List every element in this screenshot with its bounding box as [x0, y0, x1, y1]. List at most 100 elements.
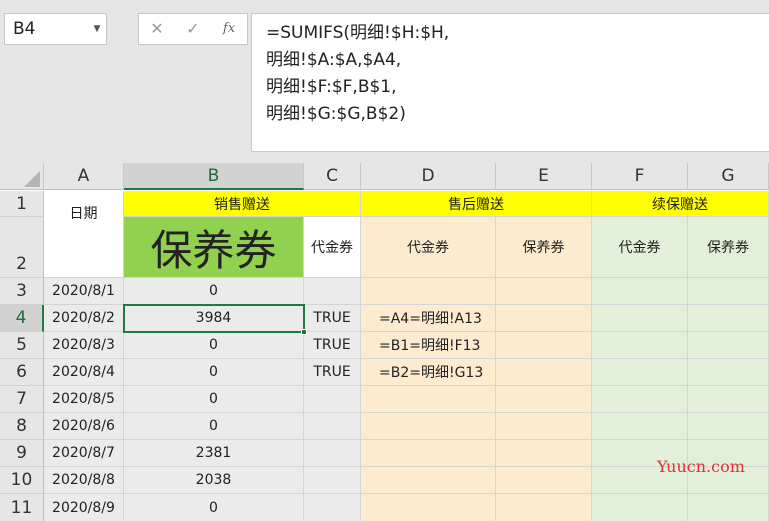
row-header-10[interactable]: 10 [0, 467, 44, 494]
watermark-text: Yuucn.com [657, 457, 745, 476]
row-header-1[interactable]: 1 [0, 191, 44, 217]
cell-d11[interactable] [361, 494, 496, 522]
row-header-11[interactable]: 11 [0, 494, 44, 522]
confirm-icon[interactable]: ✓ [179, 14, 207, 44]
cell-a10[interactable]: 2020/8/8 [44, 467, 124, 494]
insert-function-icon[interactable]: fx [215, 14, 243, 44]
cell-b6[interactable]: 0 [124, 359, 304, 386]
cell-b5[interactable]: 0 [124, 332, 304, 359]
formula-input[interactable]: =SUMIFS(明细!$H:$H, 明细!$A:$A,$A4, 明细!$F:$F… [251, 13, 769, 152]
cell-d7[interactable] [361, 386, 496, 413]
cell-e11[interactable] [496, 494, 592, 522]
cell-e7[interactable] [496, 386, 592, 413]
cell-c10[interactable] [304, 467, 361, 494]
cell-a6[interactable]: 2020/8/4 [44, 359, 124, 386]
column-header-f[interactable]: F [592, 163, 688, 190]
row-header-5[interactable]: 5 [0, 332, 44, 359]
select-all-corner[interactable] [0, 163, 44, 190]
cell-e4[interactable] [496, 305, 592, 332]
cell-a8[interactable]: 2020/8/6 [44, 413, 124, 440]
cell-g4[interactable] [688, 305, 769, 332]
cancel-icon[interactable]: ✕ [143, 14, 171, 44]
cell-b3[interactable]: 0 [124, 278, 304, 305]
cell-c3[interactable] [304, 278, 361, 305]
cell-d5[interactable]: =B1=明细!F13 [361, 332, 496, 359]
cell-g8[interactable] [688, 413, 769, 440]
fill-handle[interactable] [301, 329, 307, 335]
cell-c11[interactable] [304, 494, 361, 522]
cell-b9[interactable]: 2381 [124, 440, 304, 467]
cell-f2-cash-voucher[interactable]: 代金券 [592, 217, 688, 278]
column-header-d[interactable]: D [361, 163, 496, 190]
row-header-3[interactable]: 3 [0, 278, 44, 305]
cell-f7[interactable] [592, 386, 688, 413]
cell-c8[interactable] [304, 413, 361, 440]
cell-a3[interactable]: 2020/8/1 [44, 278, 124, 305]
row-header-9[interactable]: 9 [0, 440, 44, 467]
cell-f4[interactable] [592, 305, 688, 332]
column-header-c[interactable]: C [304, 163, 361, 190]
cell-a4[interactable]: 2020/8/2 [44, 305, 124, 332]
cell-b10[interactable]: 2038 [124, 467, 304, 494]
row-header-8[interactable]: 8 [0, 413, 44, 440]
cell-g6[interactable] [688, 359, 769, 386]
cell-c2-cash-voucher[interactable]: 代金券 [304, 217, 361, 278]
cell-a11[interactable]: 2020/8/9 [44, 494, 124, 522]
cell-d3[interactable] [361, 278, 496, 305]
column-header-e[interactable]: E [496, 163, 592, 190]
cell-g3[interactable] [688, 278, 769, 305]
cell-a5[interactable]: 2020/8/3 [44, 332, 124, 359]
active-cell-selection [123, 304, 305, 333]
formula-line: 明细!$F:$F,B$1, [266, 77, 397, 97]
cell-e5[interactable] [496, 332, 592, 359]
cell-d2-cash-voucher[interactable]: 代金券 [361, 217, 496, 278]
cell-a7[interactable]: 2020/8/5 [44, 386, 124, 413]
cell-g7[interactable] [688, 386, 769, 413]
cell-c4[interactable]: TRUE [304, 305, 361, 332]
cell-f5[interactable] [592, 332, 688, 359]
cell-g5[interactable] [688, 332, 769, 359]
cell-g11[interactable] [688, 494, 769, 522]
row-header-2[interactable]: 2 [0, 217, 44, 278]
cell-g2-maintenance-voucher[interactable]: 保养券 [688, 217, 769, 278]
cell-d6[interactable]: =B2=明细!G13 [361, 359, 496, 386]
column-header-a[interactable]: A [44, 163, 124, 190]
cell-e6[interactable] [496, 359, 592, 386]
cell-c9[interactable] [304, 440, 361, 467]
cell-e3[interactable] [496, 278, 592, 305]
row-header-6[interactable]: 6 [0, 359, 44, 386]
cell-a1-date-header[interactable]: 日期 [44, 191, 124, 278]
cell-e10[interactable] [496, 467, 592, 494]
cell-f6[interactable] [592, 359, 688, 386]
cell-b11[interactable]: 0 [124, 494, 304, 522]
cell-f3[interactable] [592, 278, 688, 305]
cell-b7[interactable]: 0 [124, 386, 304, 413]
cell-d8[interactable] [361, 413, 496, 440]
row-header-7[interactable]: 7 [0, 386, 44, 413]
cell-b8[interactable]: 0 [124, 413, 304, 440]
formula-line: 明细!$A:$A,$A4, [266, 50, 402, 70]
cell-d1-after-sales-gift[interactable]: 售后赠送 [361, 191, 592, 217]
cell-e2-maintenance-voucher[interactable]: 保养券 [496, 217, 592, 278]
cell-b1-sales-gift[interactable]: 销售赠送 [124, 191, 361, 217]
cell-d9[interactable] [361, 440, 496, 467]
cell-d4[interactable]: =A4=明细!A13 [361, 305, 496, 332]
cell-f1-renewal-gift[interactable]: 续保赠送 [592, 191, 769, 217]
column-header-b[interactable]: B [124, 163, 304, 190]
column-header-g[interactable]: G [688, 163, 769, 190]
cell-f11[interactable] [592, 494, 688, 522]
row-header-4[interactable]: 4 [0, 305, 44, 332]
cell-a9[interactable]: 2020/8/7 [44, 440, 124, 467]
cell-e8[interactable] [496, 413, 592, 440]
cell-f8[interactable] [592, 413, 688, 440]
cell-c5[interactable]: TRUE [304, 332, 361, 359]
column-headers: A B C D E F G [0, 163, 769, 190]
cell-c6[interactable]: TRUE [304, 359, 361, 386]
formula-line: =SUMIFS(明细!$H:$H, [266, 23, 450, 43]
cell-b2-maintenance-voucher[interactable]: 保养券 [124, 217, 304, 278]
cell-c7[interactable] [304, 386, 361, 413]
cell-d10[interactable] [361, 467, 496, 494]
cell-e9[interactable] [496, 440, 592, 467]
chevron-down-icon[interactable]: ▼ [88, 13, 106, 45]
formula-tools: ✕ ✓ fx [138, 13, 248, 45]
